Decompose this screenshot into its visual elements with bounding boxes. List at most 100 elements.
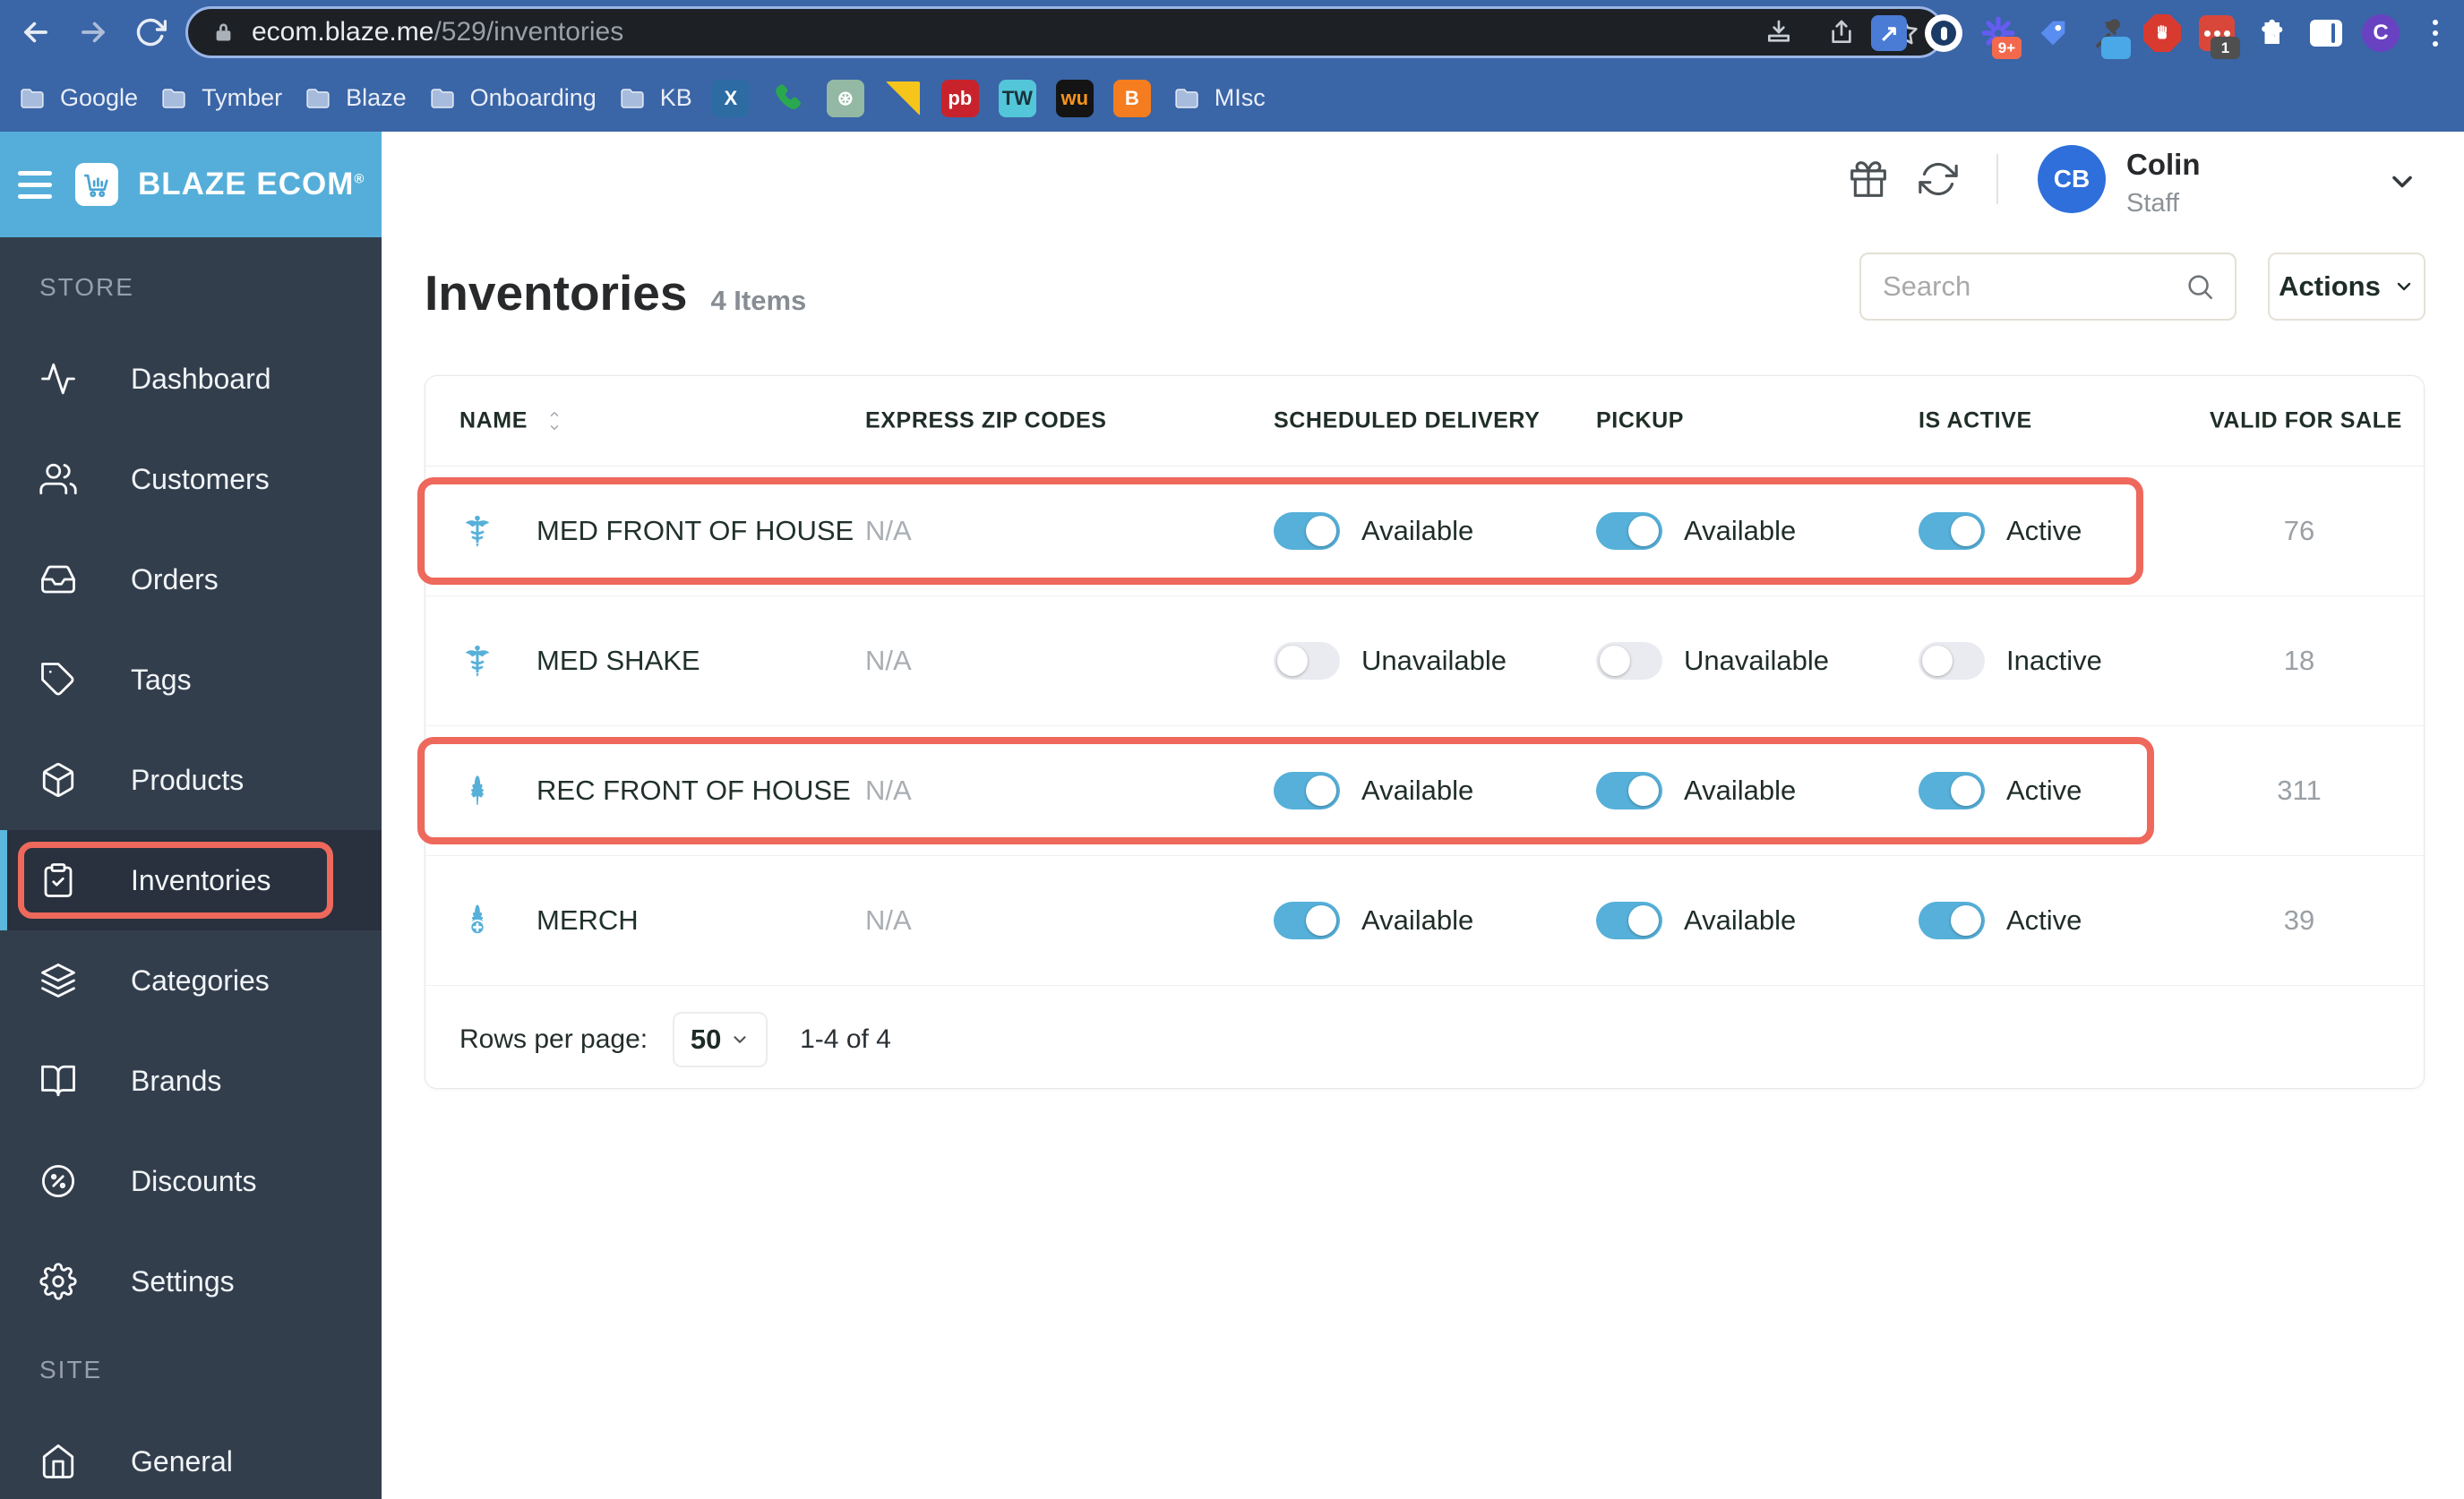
table-row-rec-front-of-house[interactable]: REC FRONT OF HOUSE N/A Available Available A… bbox=[417, 726, 2424, 856]
bookmark-phone-favicon[interactable] bbox=[769, 80, 807, 117]
bookmark-x-favicon[interactable]: X bbox=[711, 79, 750, 117]
loom-extension-icon[interactable]: 9+ bbox=[1975, 5, 2022, 61]
bookmark-blaze[interactable]: Blaze bbox=[302, 84, 407, 112]
onepassword-extension-icon[interactable] bbox=[1920, 5, 1967, 61]
table-body: MED FRONT OF HOUSE N/A Available Available A… bbox=[417, 467, 2424, 986]
is-active-toggle[interactable] bbox=[1919, 512, 1985, 550]
search-input[interactable] bbox=[1881, 270, 2185, 304]
table-row-med-shake[interactable]: MED SHAKE N/A Unavailable Unavailable Inacti… bbox=[425, 596, 2424, 726]
pickup-toggle[interactable] bbox=[1596, 642, 1662, 680]
toggle-knob bbox=[1306, 516, 1336, 546]
sidebar-item-label: Settings bbox=[131, 1264, 235, 1298]
column-header-valid-for-sale: VALID FOR SALE bbox=[2210, 407, 2402, 433]
sidebar-item-tags[interactable]: Tags bbox=[0, 630, 382, 730]
inventory-name: MERCH bbox=[537, 904, 639, 936]
external-link-extension-icon[interactable]: ↗ bbox=[1866, 5, 1912, 61]
blaze-ecom-logo-icon[interactable] bbox=[75, 163, 118, 206]
bookmark-pb-favicon[interactable]: pb bbox=[940, 79, 979, 117]
pickup-toggle[interactable] bbox=[1596, 512, 1662, 550]
share-icon[interactable] bbox=[1827, 18, 1856, 47]
home-icon bbox=[39, 1443, 77, 1480]
download-icon[interactable] bbox=[1764, 18, 1793, 47]
sidebar-item-dashboard[interactable]: Dashboard bbox=[0, 329, 382, 429]
bookmark-onboarding[interactable]: Onboarding bbox=[426, 84, 597, 112]
sidebar-item-label: Discounts bbox=[131, 1164, 257, 1197]
item-count: 4 Items bbox=[710, 285, 807, 316]
bookmark-tw-favicon[interactable]: TW bbox=[998, 79, 1036, 117]
actions-chevron-down-icon bbox=[2393, 276, 2415, 297]
bookmark-chatgpt-favicon[interactable]: ⊛ bbox=[826, 79, 864, 117]
gear-icon bbox=[39, 1263, 77, 1300]
valid-for-sale-value: 39 bbox=[2283, 904, 2315, 936]
tag-icon bbox=[39, 661, 77, 698]
users-icon bbox=[39, 460, 77, 498]
bookmark-kb[interactable]: KB bbox=[616, 84, 692, 112]
is-active-label: Active bbox=[2006, 904, 2082, 936]
browser-back-button[interactable] bbox=[13, 9, 59, 56]
blaze-ecom-logo-text[interactable]: BLAZE ECOM® bbox=[138, 167, 365, 202]
actions-button[interactable]: Actions bbox=[2268, 253, 2425, 321]
url-path: /529/inventories bbox=[434, 17, 624, 47]
notifications-extension-icon[interactable]: 1 bbox=[2194, 5, 2240, 61]
scheduled-delivery-label: Unavailable bbox=[1361, 645, 1507, 676]
user-menu-chevron-down-icon[interactable] bbox=[2386, 166, 2418, 198]
puzzle-extension-icon[interactable] bbox=[2248, 5, 2295, 61]
address-bar[interactable]: ecom.blaze.me/529/inventories bbox=[185, 6, 1945, 58]
is-active-toggle[interactable] bbox=[1919, 772, 1985, 809]
bookmark-tymber[interactable]: Tymber bbox=[158, 84, 282, 112]
tag-extension-icon[interactable] bbox=[2030, 5, 2076, 61]
search-icon[interactable] bbox=[2185, 271, 2215, 302]
eyedropper-extension-icon[interactable] bbox=[2084, 5, 2131, 61]
is-active-toggle[interactable] bbox=[1919, 642, 1985, 680]
sidebar-item-general[interactable]: General bbox=[0, 1411, 382, 1499]
rows-per-page-select[interactable]: 50 bbox=[673, 1011, 768, 1067]
express-zip-codes-value: N/A bbox=[865, 775, 912, 806]
sync-icon[interactable] bbox=[1919, 159, 1958, 199]
toggle-knob bbox=[1306, 775, 1336, 806]
avatar[interactable]: CB bbox=[2038, 145, 2106, 213]
bookmark-blogger-favicon[interactable]: B bbox=[1112, 79, 1151, 117]
sidebar-item-brands[interactable]: Brands bbox=[0, 1031, 382, 1131]
hamburger-menu-icon[interactable] bbox=[14, 166, 56, 204]
sidebar-item-settings[interactable]: Settings bbox=[0, 1231, 382, 1332]
url-host: ecom.blaze.me bbox=[252, 17, 434, 47]
is-active-toggle[interactable] bbox=[1919, 902, 1985, 939]
table-row-med-front-of-house[interactable]: MED FRONT OF HOUSE N/A Available Available A… bbox=[417, 467, 2424, 596]
browser-forward-button[interactable] bbox=[70, 9, 116, 56]
bookmark-triangle-favicon[interactable] bbox=[884, 80, 922, 117]
sidebar-item-inventories[interactable]: Inventories bbox=[0, 830, 382, 930]
sort-icon[interactable] bbox=[545, 408, 563, 434]
chrome-profile-avatar[interactable]: C bbox=[2357, 5, 2404, 61]
pickup-toggle[interactable] bbox=[1596, 772, 1662, 809]
sidebar-item-customers[interactable]: Customers bbox=[0, 429, 382, 529]
pickup-toggle[interactable] bbox=[1596, 902, 1662, 939]
lock-icon[interactable] bbox=[211, 21, 236, 45]
bookmark-misc[interactable]: MIsc bbox=[1171, 84, 1266, 112]
bookmark-label: MIsc bbox=[1214, 84, 1266, 111]
gift-icon[interactable] bbox=[1849, 159, 1888, 199]
scheduled-delivery-toggle[interactable] bbox=[1274, 772, 1340, 809]
adblock-extension-icon[interactable] bbox=[2139, 5, 2185, 61]
browser-reload-button[interactable] bbox=[127, 9, 174, 56]
scheduled-delivery-toggle[interactable] bbox=[1274, 512, 1340, 550]
valid-for-sale-value: 18 bbox=[2283, 645, 2315, 676]
bookmark-wu-favicon[interactable]: wu bbox=[1055, 79, 1094, 117]
column-header-name[interactable]: NAME bbox=[459, 408, 528, 434]
sidebar-item-discounts[interactable]: Discounts bbox=[0, 1131, 382, 1231]
sidebar-item-products[interactable]: Products bbox=[0, 730, 382, 830]
kebab-menu-icon[interactable] bbox=[2412, 5, 2459, 61]
bookmark-google[interactable]: Google bbox=[16, 84, 138, 112]
sidebar-item-label: Categories bbox=[131, 964, 270, 997]
pickup-label: Available bbox=[1684, 515, 1797, 546]
folder-icon bbox=[431, 88, 454, 108]
side-panel-icon[interactable] bbox=[2303, 5, 2349, 61]
folder-icon bbox=[621, 88, 644, 108]
sidebar-section-label-store: STORE bbox=[39, 273, 134, 301]
scheduled-delivery-toggle[interactable] bbox=[1274, 902, 1340, 939]
toggle-knob bbox=[1306, 905, 1336, 936]
sidebar-item-categories[interactable]: Categories bbox=[0, 930, 382, 1031]
sidebar-item-orders[interactable]: Orders bbox=[0, 529, 382, 630]
bookmarks-bar: Google Tymber Blaze Onboarding KB X ⊛ pb TW wu B MI… bbox=[0, 64, 2464, 132]
table-row-merch[interactable]: MERCH N/A Available Available Active 39 bbox=[425, 856, 2424, 986]
scheduled-delivery-toggle[interactable] bbox=[1274, 642, 1340, 680]
